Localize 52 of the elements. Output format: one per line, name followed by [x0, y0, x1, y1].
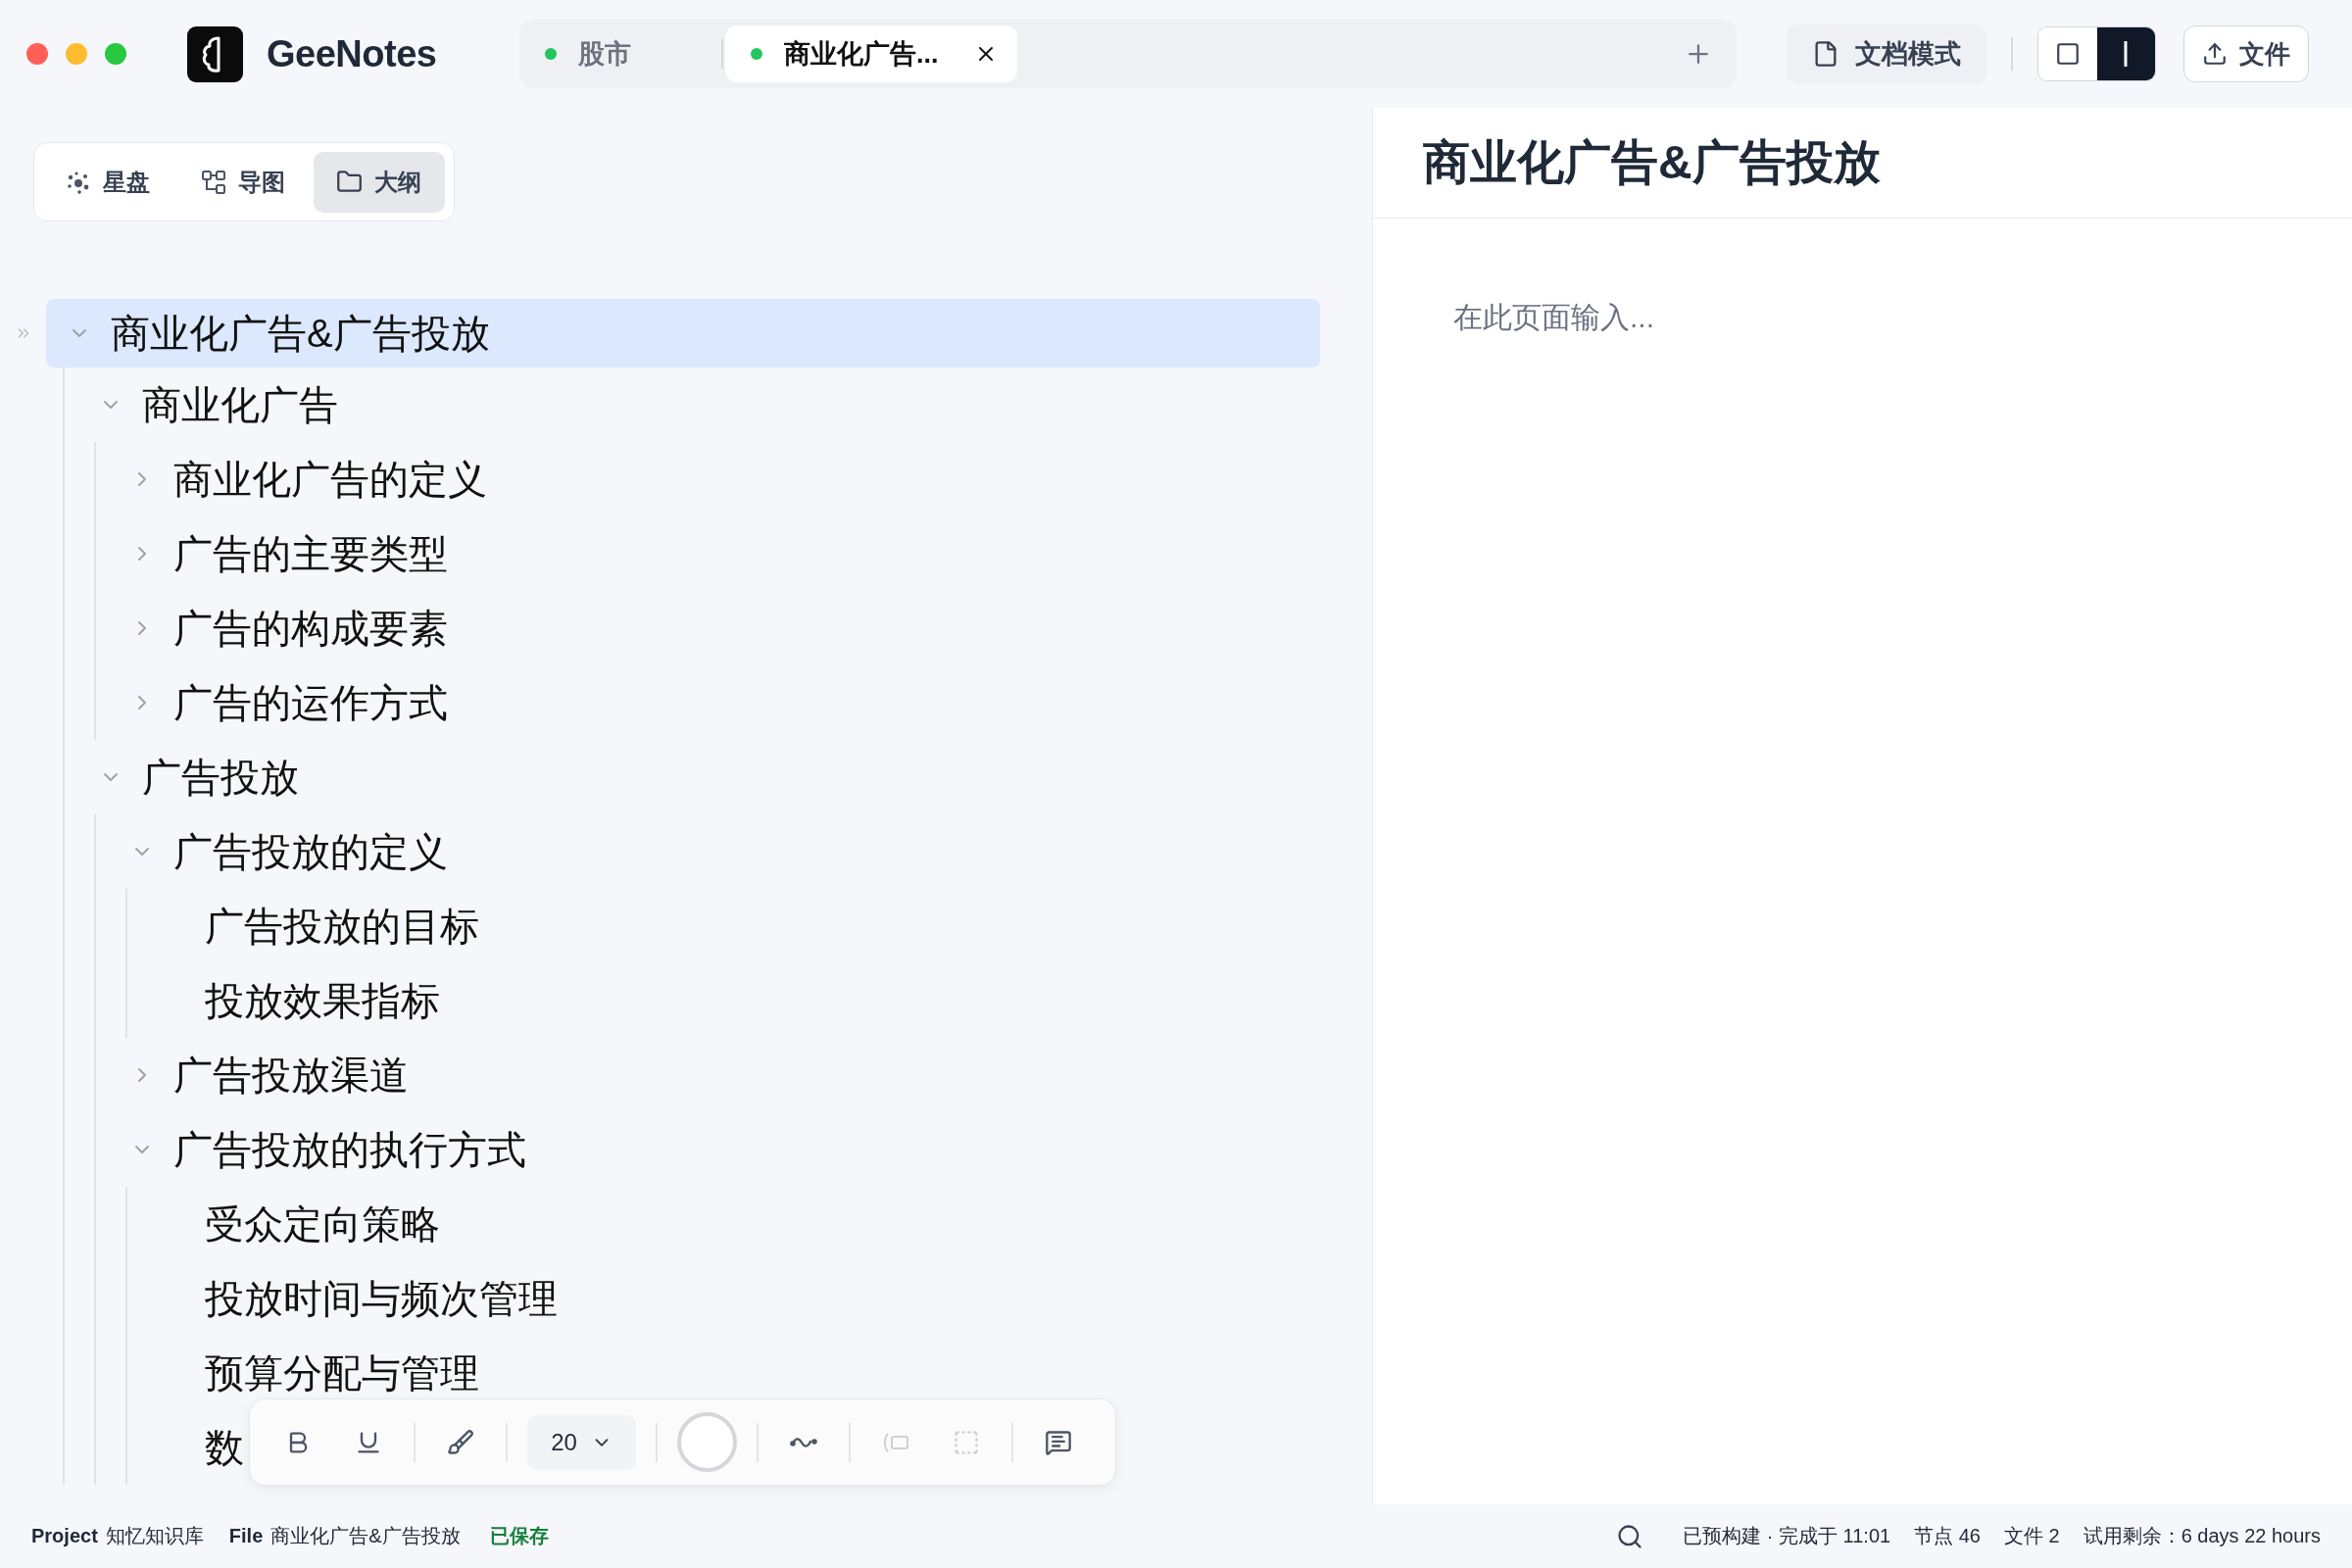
node-count: 节点 46 [1914, 1524, 1981, 1548]
outline-item[interactable]: 广告的构成要素 [109, 608, 448, 649]
project-name: 知忆知识库 [105, 1524, 204, 1548]
search-icon[interactable] [1616, 1522, 1644, 1550]
folder-icon [336, 169, 363, 195]
tab[interactable]: 股市 [519, 25, 719, 82]
file-count: 文件 2 [2004, 1524, 2060, 1548]
node-diagram-icon [201, 169, 226, 195]
status-dot-icon [545, 48, 557, 60]
outline-item[interactable]: 广告投放渠道 [109, 1054, 409, 1096]
editor-field[interactable]: 在此页面输入... [1453, 293, 2257, 342]
save-status: 已保存 [489, 1524, 549, 1548]
window-minimize-button[interactable] [66, 43, 87, 65]
outline-item[interactable]: 商业化广告的定义 [109, 459, 487, 500]
window-zoom-button[interactable] [105, 43, 126, 65]
view-tab[interactable]: 星盘 [43, 151, 173, 213]
outline-item[interactable]: 商业化广告 [77, 384, 338, 425]
outline-item[interactable]: 数 [140, 1427, 244, 1468]
upload-icon [2202, 41, 2228, 67]
square-icon [2054, 41, 2081, 67]
document-title: 商业化广告&广告投放 [1423, 135, 1881, 190]
logo-icon [187, 25, 243, 82]
app-name: GeeNotes [267, 32, 437, 75]
outline-item[interactable]: 投放时间与频次管理 [140, 1278, 558, 1319]
outline-item[interactable]: 广告投放的定义 [109, 831, 448, 872]
tab[interactable]: 商业化广告... [725, 25, 1017, 82]
outline-item[interactable]: 广告投放的目标 [140, 906, 479, 947]
trial-remaining: 试用剩余：6 days 22 hours [2082, 1524, 2321, 1548]
outline-item[interactable]: 广告的主要类型 [109, 533, 448, 574]
window-close-button[interactable] [26, 43, 48, 65]
file-button[interactable]: 文件 [2183, 25, 2309, 82]
outline-item[interactable]: 投放效果指标 [140, 980, 440, 1021]
status-label: Project [31, 1525, 98, 1547]
outline-item[interactable]: 广告投放 [77, 757, 299, 798]
status-dot-icon [751, 48, 762, 60]
squiggle-icon[interactable] [790, 1435, 817, 1449]
outline-item[interactable]: 预算分配与管理 [140, 1352, 479, 1394]
brush-icon[interactable] [447, 1428, 474, 1456]
file-name: 商业化广告&广告投放 [270, 1524, 461, 1548]
outline-item[interactable]: 广告的运作方式 [109, 682, 448, 723]
outline-item[interactable]: 广告投放的执行方式 [109, 1129, 526, 1170]
layout-toggle-segment[interactable] [2096, 27, 2155, 80]
font-size-select[interactable]: 20 [527, 1414, 636, 1470]
view-tab[interactable]: 大纲 [314, 151, 445, 213]
status-label: File [228, 1525, 264, 1547]
build-status: 已预构建 · 完成于 11:01 [1683, 1524, 1891, 1548]
outline-item[interactable]: 商业化广告&广告投放 [46, 299, 1320, 368]
vertical-bar-icon [2123, 41, 2130, 67]
comment-icon[interactable] [1045, 1428, 1072, 1456]
view-tab[interactable]: 导图 [178, 151, 309, 213]
doc-mode-button[interactable]: 文档模式 [1787, 24, 1986, 84]
outline-item[interactable]: 受众定向策略 [140, 1203, 440, 1245]
